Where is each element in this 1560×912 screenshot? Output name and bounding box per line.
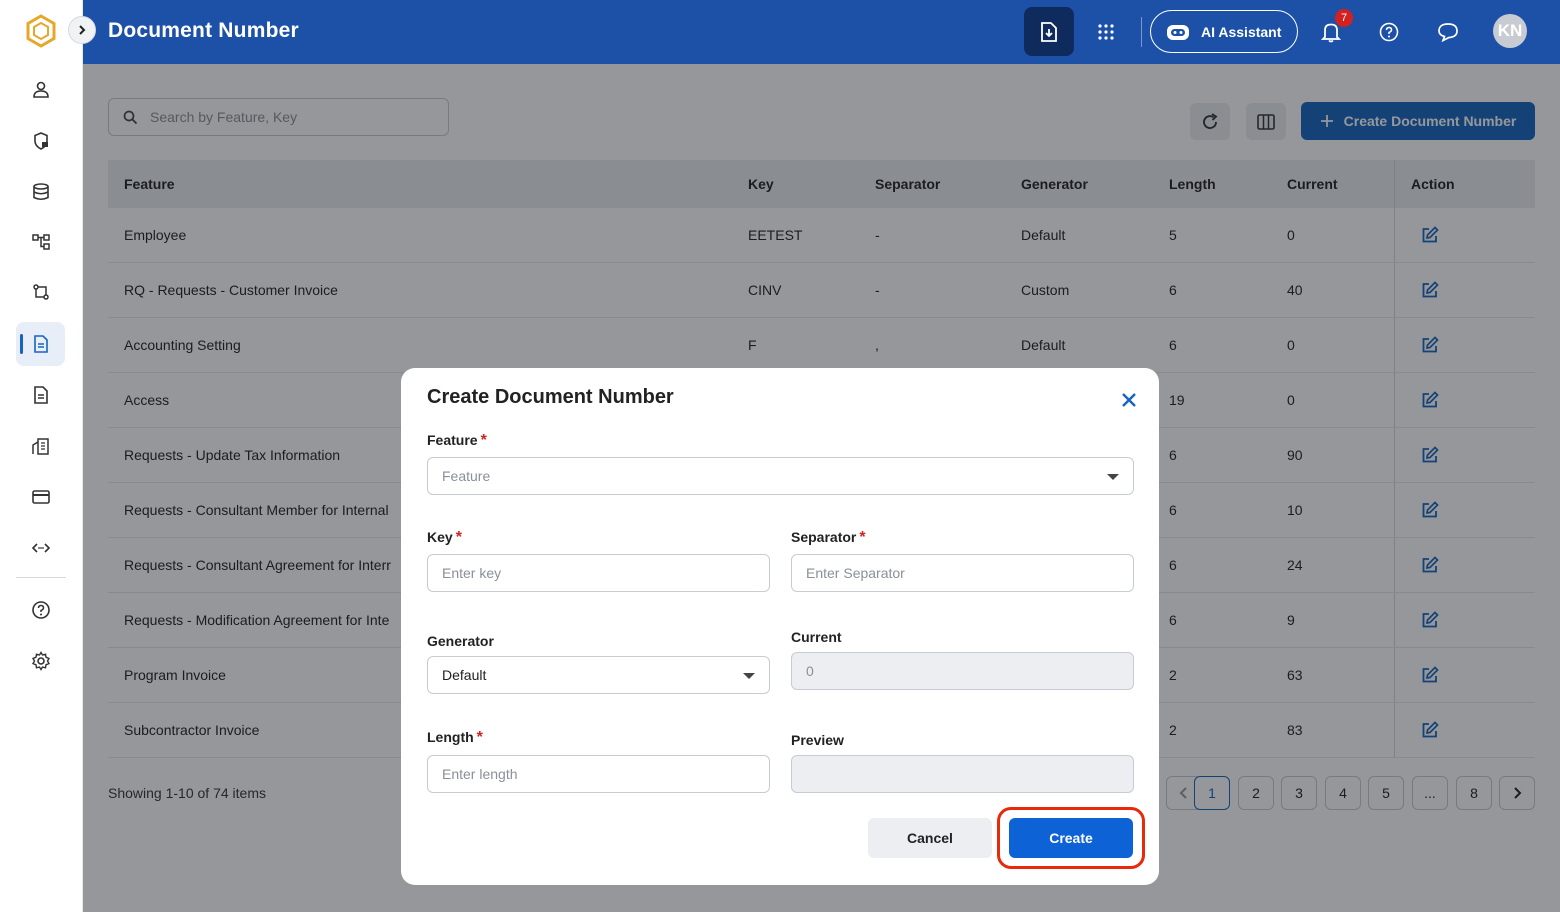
sidebar-item-settings[interactable]: [16, 639, 65, 683]
close-icon[interactable]: [1117, 388, 1141, 412]
sidebar-item-workflow[interactable]: [16, 220, 65, 264]
separator-label: Separator *: [791, 529, 866, 547]
document-icon: [33, 335, 48, 353]
generator-select[interactable]: Default: [427, 656, 770, 694]
ai-assistant-label: AI Assistant: [1201, 23, 1282, 40]
file-download-icon: [1041, 21, 1057, 42]
key-placeholder: Enter key: [442, 565, 502, 581]
create-document-number-dialog: Create Document Number Feature * Feature …: [401, 368, 1159, 885]
file-text-icon: [33, 386, 48, 404]
user-icon: [32, 81, 49, 98]
notification-badge: 7: [1335, 9, 1353, 27]
separator-field[interactable]: Enter Separator: [791, 554, 1134, 592]
flow-icon: [32, 284, 49, 300]
key-field[interactable]: Enter key: [427, 554, 770, 592]
key-label-text: Key: [427, 529, 453, 545]
separator-label-text: Separator: [791, 529, 857, 545]
sidebar-item-api[interactable]: [16, 526, 65, 570]
current-label: Current: [791, 629, 842, 645]
sidebar-item-billing[interactable]: [16, 475, 65, 519]
sidebar: [0, 0, 83, 912]
help-button[interactable]: [1371, 14, 1407, 50]
length-field[interactable]: Enter length: [427, 755, 770, 793]
gear-icon: [31, 651, 50, 671]
robot-icon: [1167, 24, 1189, 40]
current-field: 0: [791, 652, 1134, 690]
preview-label: Preview: [791, 732, 844, 748]
sidebar-item-integrations[interactable]: [16, 270, 65, 314]
sidebar-expand-button[interactable]: [68, 16, 96, 44]
sidebar-item-users[interactable]: [16, 68, 65, 112]
required-mark: *: [480, 432, 487, 449]
chevron-right-icon: [79, 25, 86, 35]
caret-down-icon: [1107, 474, 1119, 480]
feature-select[interactable]: Feature: [427, 457, 1134, 495]
sidebar-item-database[interactable]: [16, 170, 65, 214]
length-placeholder: Enter length: [442, 766, 518, 782]
grid-icon: [1098, 24, 1114, 40]
help-circle-icon: [1379, 22, 1399, 42]
avatar[interactable]: KN: [1493, 14, 1527, 48]
sidebar-item-help[interactable]: [16, 588, 65, 632]
chat-bubble-icon: [1438, 23, 1458, 42]
building-icon: [31, 438, 49, 455]
ai-assistant-button[interactable]: AI Assistant: [1150, 10, 1298, 53]
apps-grid-button[interactable]: [1088, 14, 1124, 50]
credit-card-icon: [31, 490, 50, 504]
database-icon: [32, 183, 49, 201]
required-mark: *: [859, 529, 866, 546]
required-mark: *: [476, 729, 483, 746]
caret-down-icon: [743, 673, 755, 679]
required-mark: *: [455, 529, 462, 546]
sidebar-item-document-number[interactable]: [16, 322, 65, 366]
create-button[interactable]: Create: [1009, 818, 1133, 858]
code-arrows-icon: [31, 543, 50, 553]
cancel-button[interactable]: Cancel: [868, 818, 992, 858]
download-button[interactable]: [1024, 7, 1074, 56]
current-value: 0: [806, 663, 814, 679]
sidebar-item-security[interactable]: [16, 119, 65, 163]
chat-button[interactable]: [1430, 14, 1466, 50]
sidebar-item-organization[interactable]: [16, 424, 65, 468]
key-label: Key *: [427, 529, 462, 547]
workflow-icon: [31, 234, 50, 250]
shield-lock-icon: [33, 132, 48, 150]
sidebar-divider: [16, 577, 66, 578]
generator-label: Generator: [427, 633, 494, 649]
generator-value: Default: [442, 667, 487, 683]
feature-label: Feature *: [427, 432, 487, 450]
length-label-text: Length: [427, 729, 474, 745]
app-logo-icon[interactable]: [25, 14, 57, 48]
preview-field: [791, 755, 1134, 793]
help-circle-icon: [31, 601, 50, 619]
length-label: Length *: [427, 729, 483, 747]
header-divider: [1141, 17, 1142, 47]
dialog-title: Create Document Number: [427, 386, 674, 408]
top-header: Document Number AI Assistant 7 KN: [83, 0, 1560, 64]
feature-label-text: Feature: [427, 432, 478, 448]
page-title: Document Number: [108, 19, 299, 42]
feature-placeholder: Feature: [442, 468, 491, 484]
sidebar-item-documents[interactable]: [16, 373, 65, 417]
separator-placeholder: Enter Separator: [806, 565, 905, 581]
